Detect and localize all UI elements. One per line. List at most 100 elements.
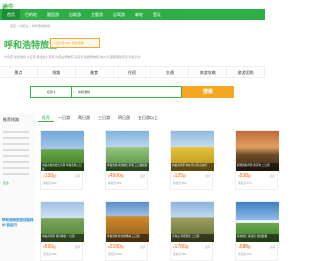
city-select-value: 北京 <box>46 90 53 94</box>
tab-guides[interactable]: 旅游攻略 <box>189 67 228 77</box>
tour-caption: 辉腾锡勒草原 黄花沟 二日游 <box>236 163 279 171</box>
satisfaction: 满意度 97% <box>238 253 252 256</box>
watermark: 途牛 <box>243 244 250 248</box>
search-input-value: 呼和浩特 <box>78 90 91 94</box>
tour-photo[interactable]: 内蒙古草原 骑马体验 一日游 <box>41 202 84 242</box>
satisfaction: 满意度 95% <box>173 253 187 256</box>
tour-card[interactable]: 大青山 草原风光 二日游 ¥1780起 点评 满意度 95% <box>170 201 214 261</box>
search-bar: 北京 ▾ ⌕ 呼和浩特 搜索 <box>30 86 245 98</box>
reviews-link[interactable]: 点评 <box>140 174 145 178</box>
satisfaction: 满意度 94% <box>108 253 122 256</box>
tour-caption: 呼和浩特-希拉穆仁草原 三日跟团游 <box>106 163 149 171</box>
reviews-link[interactable]: 点评 <box>140 245 145 249</box>
satisfaction: 满意度 96% <box>43 253 57 256</box>
main-nav: 首页 目的地 跟团游 自助游 主题游 自驾游 邮轮 签证 <box>0 9 265 20</box>
tour-photo[interactable]: 希拉穆仁 蒙古包 住宿套餐 <box>236 202 279 242</box>
tour-photo[interactable]: 内蒙古草原 响沙湾沙漠 自由行 <box>171 131 214 171</box>
list-item[interactable] <box>3 143 29 145</box>
list-item[interactable] <box>3 137 29 139</box>
reviews-link[interactable]: 点评 <box>205 174 210 178</box>
tour-photo[interactable]: 呼和浩特 秋色胡杨林 三日游 <box>106 202 149 242</box>
price-row: ¥138起 点评 <box>41 171 82 181</box>
nav-item-home[interactable]: 首页 <box>2 9 20 20</box>
tour-photo[interactable]: 呼和浩特-希拉穆仁草原 三日跟团游 <box>106 131 149 171</box>
filter-two-day[interactable]: 两日游 <box>74 115 94 121</box>
tour-caption: 内蒙古草原 骑马体验 一日游 <box>41 234 84 242</box>
tour-caption: 希拉穆仁 蒙古包 住宿套餐 <box>236 234 279 242</box>
tour-card[interactable]: 呼和浩特-希拉穆仁草原 三日跟团游 ¥4500起 点评 满意度 98% <box>105 130 149 190</box>
price: ¥2180起 <box>108 244 124 250</box>
tour-card[interactable]: 内蒙古草原 骑马体验 一日游 ¥590起 点评 满意度 96% <box>40 201 84 261</box>
tour-grid: 内蒙古希拉穆仁草原 呼和浩特二日游 ¥138起 点评 满意度 96% 呼和浩特-… <box>40 130 279 261</box>
tour-card[interactable]: 呼和浩特 秋色胡杨林 三日游 ¥2180起 点评 满意度 94% <box>105 201 149 261</box>
tour-caption: 内蒙古草原 响沙湾沙漠 自由行 <box>171 163 214 171</box>
satisfaction: 满意度 97% <box>238 182 252 185</box>
nav-item-visa[interactable]: 签证 <box>148 9 166 20</box>
nav-item-theme[interactable]: 主题游 <box>86 9 108 20</box>
price: ¥1780起 <box>173 244 189 250</box>
page-title: 呼和浩特旅游 <box>4 40 59 50</box>
satisfaction: 满意度 96% <box>43 182 57 185</box>
tour-photo[interactable]: 大青山 草原风光 二日游 <box>171 202 214 242</box>
filter-one-day[interactable]: 一日游 <box>54 115 74 121</box>
filter-four-day[interactable]: 四日游 <box>114 115 134 121</box>
nav-item-destination[interactable]: 目的地 <box>20 9 42 20</box>
tour-caption: 呼和浩特 秋色胡杨林 三日游 <box>106 234 149 242</box>
price-row: ¥4500起 点评 <box>106 171 147 181</box>
reviews-link[interactable]: 点评 <box>205 245 210 249</box>
filter-five-plus-day[interactable]: 五日游以上 <box>134 115 162 121</box>
tab-group-buy[interactable]: 旅游团购 <box>227 67 266 77</box>
city-select[interactable]: 北京 ▾ <box>30 86 72 98</box>
tab-attractions[interactable]: 景点 <box>0 67 38 77</box>
nav-item-cruise[interactable]: 邮轮 <box>130 9 148 20</box>
tab-food[interactable]: 美食 <box>76 67 114 77</box>
tour-card[interactable]: 辉腾锡勒草原 黄花沟 二日游 ¥538起 点评 满意度 97% <box>235 130 279 190</box>
list-item[interactable] <box>3 155 29 157</box>
top-bar: 途牛 首页 目的地 跟团游 自助游 主题游 自驾游 邮轮 签证 <box>0 0 265 20</box>
list-item[interactable] <box>3 149 29 151</box>
list-item[interactable] <box>3 161 29 163</box>
satisfaction: 满意度 98% <box>108 182 122 185</box>
app-download-badge[interactable]: 下载途牛APP 领优惠券 <box>50 38 100 48</box>
price-row: ¥2180起 点评 <box>106 242 147 252</box>
promo-banner[interactable]: 呼和浩特旅游线路特价/自由行 <box>0 218 36 228</box>
breadcrumb[interactable]: 首页 > 内蒙古 > 呼和浩特旅游 <box>10 24 50 28</box>
price-row: ¥1780起 点评 <box>171 242 212 252</box>
tour-card[interactable]: 希拉穆仁 蒙古包 住宿套餐 ¥586起 点评 满意度 97% <box>235 201 279 261</box>
tab-transport[interactable]: 交通 <box>151 67 190 77</box>
tour-photo[interactable]: 内蒙古希拉穆仁草原 呼和浩特二日游 <box>41 131 84 171</box>
sidebar-title: 推荐线路 <box>3 117 19 122</box>
filter-recommended[interactable]: 推荐 <box>38 115 54 122</box>
tour-caption: 内蒙古希拉穆仁草原 呼和浩特二日游 <box>41 163 84 171</box>
reviews-link[interactable]: 点评 <box>75 245 80 249</box>
nav-item-self-drive[interactable]: 自驾游 <box>108 9 130 20</box>
tour-caption: 大青山 草原风光 二日游 <box>171 234 214 242</box>
tab-routes[interactable]: 线路 <box>38 67 76 77</box>
tour-card[interactable]: 内蒙古草原 响沙湾沙漠 自由行 ¥125起 点评 满意度 95% <box>170 130 214 190</box>
list-item[interactable] <box>3 131 29 133</box>
price: ¥138起 <box>43 173 57 179</box>
chevron-down-icon: ▾ <box>53 90 56 94</box>
list-item[interactable] <box>3 173 29 175</box>
nav-item-group-tour[interactable]: 跟团游 <box>42 9 64 20</box>
sidebar-list <box>0 131 36 175</box>
reviews-link[interactable]: 点评 <box>75 174 80 178</box>
reviews-link[interactable]: 点评 <box>270 174 275 178</box>
sidebar-more-link[interactable]: 更多 <box>0 179 36 187</box>
page-header: 呼和浩特旅游 大草原 呼和浩特 大召寺 希拉穆仁草原 内蒙古博物馆 五塔寺 昭君… <box>4 38 244 59</box>
price: ¥125起 <box>173 173 187 179</box>
search-input[interactable]: ⌕ 呼和浩特 <box>72 86 182 98</box>
price-row: ¥538起 点评 <box>236 171 277 181</box>
tour-photo[interactable]: 辉腾锡勒草原 黄花沟 二日游 <box>236 131 279 171</box>
search-button[interactable]: 搜索 <box>182 86 234 98</box>
search-icon: ⌕ <box>73 90 75 94</box>
nav-item-self-guided[interactable]: 自助游 <box>64 9 86 20</box>
reviews-link[interactable]: 点评 <box>270 245 275 249</box>
tour-card[interactable]: 内蒙古希拉穆仁草原 呼和浩特二日游 ¥138起 点评 满意度 96% <box>40 130 84 190</box>
filter-three-day[interactable]: 三日游 <box>94 115 114 121</box>
list-item[interactable] <box>3 167 29 169</box>
tab-hotels[interactable]: 住宿 <box>114 67 152 77</box>
price-row: ¥590起 点评 <box>41 242 82 252</box>
satisfaction: 满意度 95% <box>173 182 187 185</box>
price: ¥590起 <box>43 244 57 250</box>
